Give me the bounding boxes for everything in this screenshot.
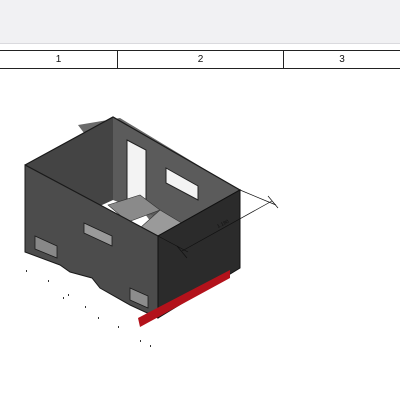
column-header-2: 2 [197,54,204,65]
drawing-canvas[interactable]: 1.180 [0,68,400,400]
model-view: 1.180 [24,116,279,347]
column-header: 1 2 3 [0,50,400,69]
toolbar [0,0,400,44]
column-header-1: 1 [55,54,62,65]
column-header-3: 3 [339,54,345,65]
